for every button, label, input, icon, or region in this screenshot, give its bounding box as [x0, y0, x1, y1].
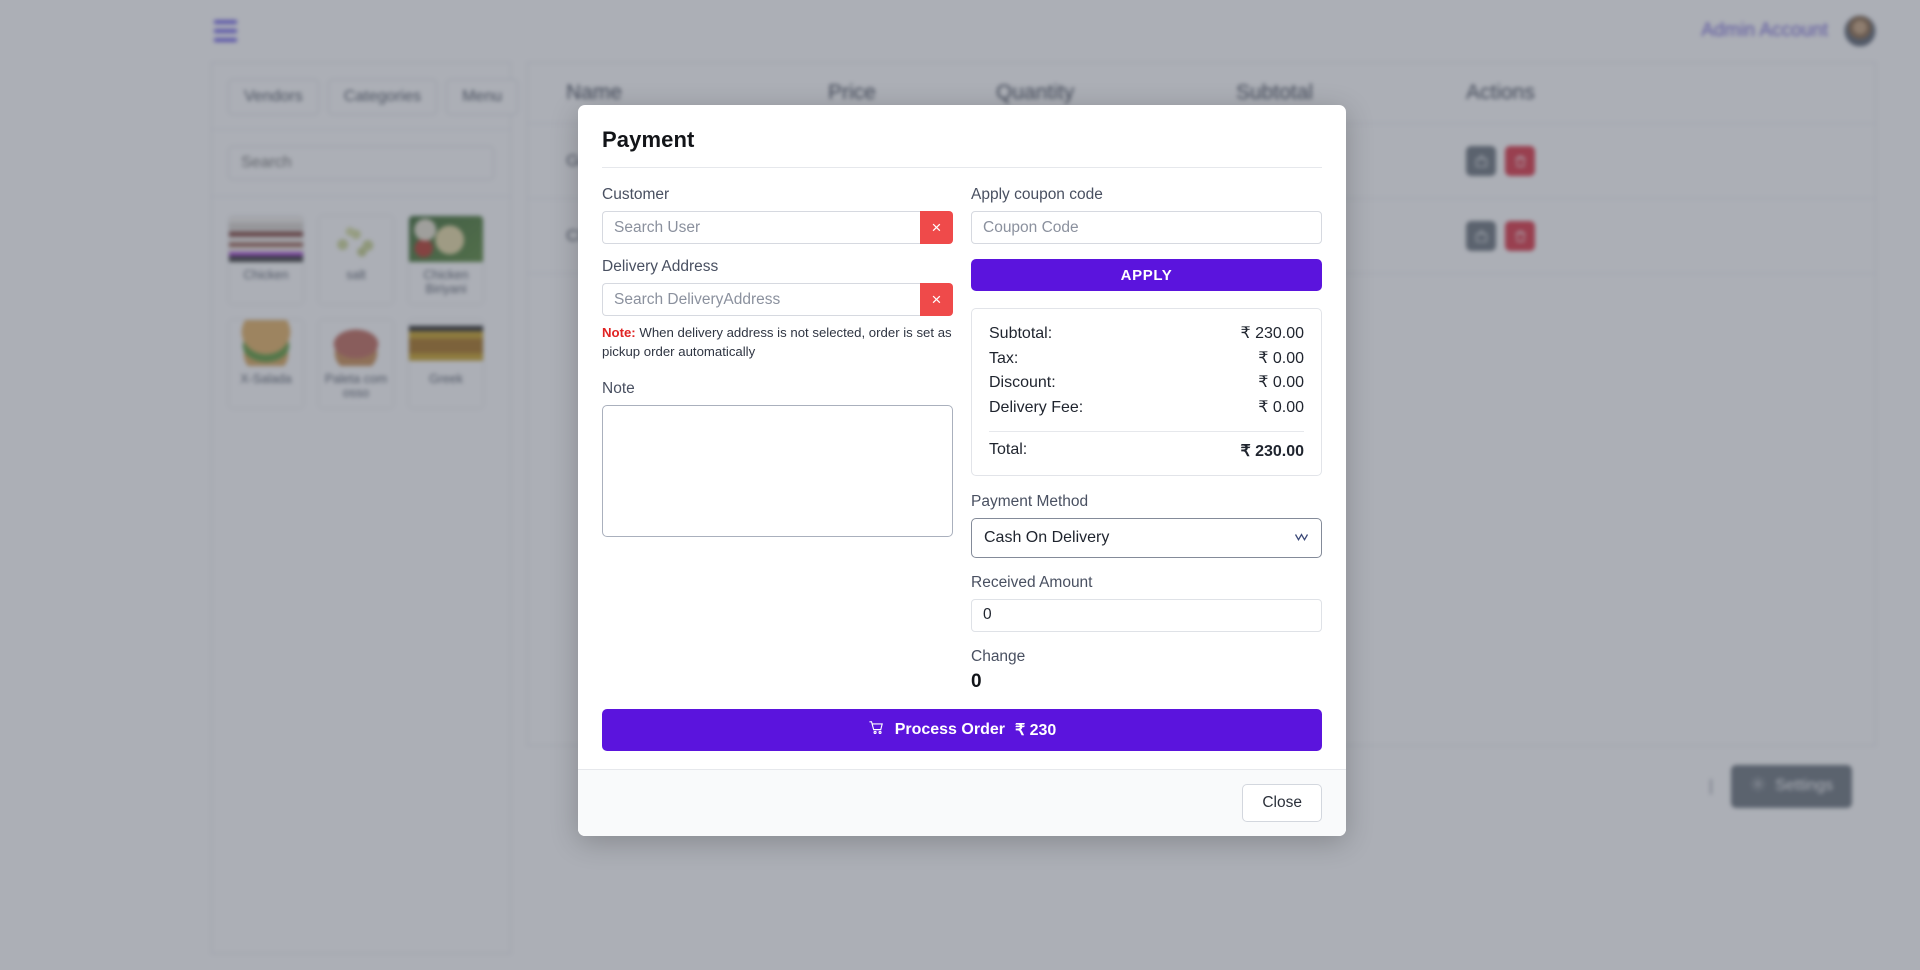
summary-label: Discount:: [989, 374, 1056, 392]
process-order-amount: ₹ 230: [1014, 721, 1057, 739]
note-textarea[interactable]: [602, 405, 953, 538]
summary-row-tax: Tax: ₹ 0.00: [989, 347, 1304, 372]
page-title: Payment: [602, 127, 695, 152]
received-amount-label: Received Amount: [971, 573, 1093, 591]
note-label: Note: [602, 380, 635, 398]
note-warning-prefix: Note:: [602, 325, 636, 340]
change-label: Change: [971, 647, 1026, 665]
summary-label: Subtotal:: [989, 325, 1053, 342]
close-button[interactable]: Close: [1242, 783, 1322, 822]
process-order-button[interactable]: Process Order ₹ 230: [602, 708, 1322, 751]
customer-search-input[interactable]: [602, 211, 920, 244]
customer-field-group: ×: [602, 211, 953, 244]
delivery-address-field-group: ×: [602, 283, 953, 316]
summary-total-value: ₹ 230.00: [1240, 442, 1304, 460]
modal-left-column: Customer × Delivery Address × Note: When…: [602, 186, 953, 693]
modal-right-column: Apply coupon code APPLY Subtotal: ₹ 230.…: [971, 186, 1322, 693]
received-amount-input[interactable]: [971, 598, 1322, 632]
clear-delivery-address-button[interactable]: ×: [920, 283, 953, 316]
payment-method-select[interactable]: Cash On Delivery: [971, 517, 1322, 558]
summary-label: Delivery Fee:: [989, 398, 1084, 416]
modal-footer: Close: [578, 768, 1346, 836]
note-warning-text: When delivery address is not selected, o…: [602, 325, 952, 360]
process-order-label: Process Order: [894, 720, 1005, 738]
coupon-code-input[interactable]: [971, 211, 1322, 244]
payment-method-field-group: Cash On Delivery: [971, 517, 1322, 558]
summary-row-subtotal: Subtotal: ₹ 230.00: [989, 322, 1304, 347]
summary-row-discount: Discount: ₹ 0.00: [989, 371, 1304, 396]
clear-customer-button[interactable]: ×: [920, 211, 953, 244]
payment-method-label: Payment Method: [971, 492, 1089, 510]
summary-value: ₹ 0.00: [1258, 398, 1304, 416]
summary-label: Tax:: [989, 349, 1019, 367]
apply-coupon-button[interactable]: APPLY: [971, 259, 1322, 291]
summary-total-label: Total:: [989, 440, 1028, 458]
summary-row-total: Total: ₹ 230.00: [989, 441, 1304, 461]
summary-row-delivery-fee: Delivery Fee: ₹ 0.00: [989, 396, 1304, 421]
modal-header: Payment: [578, 105, 1346, 168]
summary-divider: [989, 430, 1304, 432]
delivery-note-warning: Note: When delivery address is not selec…: [602, 323, 953, 361]
delivery-address-search-input[interactable]: [602, 283, 920, 316]
delivery-address-label: Delivery Address: [602, 258, 719, 275]
customer-label: Customer: [602, 186, 670, 203]
cart-icon: [868, 719, 885, 741]
change-value: 0: [971, 670, 982, 692]
payment-modal: Payment Customer × Delivery Address × No…: [578, 105, 1346, 836]
summary-value: ₹ 0.00: [1258, 349, 1304, 367]
process-order-wrap: Process Order ₹ 230: [578, 693, 1346, 769]
summary-value: ₹ 230.00: [1240, 325, 1304, 342]
coupon-label: Apply coupon code: [971, 186, 1103, 203]
summary-value: ₹ 0.00: [1258, 374, 1304, 392]
modal-body: Customer × Delivery Address × Note: When…: [578, 168, 1346, 693]
order-summary: Subtotal: ₹ 230.00 Tax: ₹ 0.00 Discount:…: [971, 308, 1322, 476]
